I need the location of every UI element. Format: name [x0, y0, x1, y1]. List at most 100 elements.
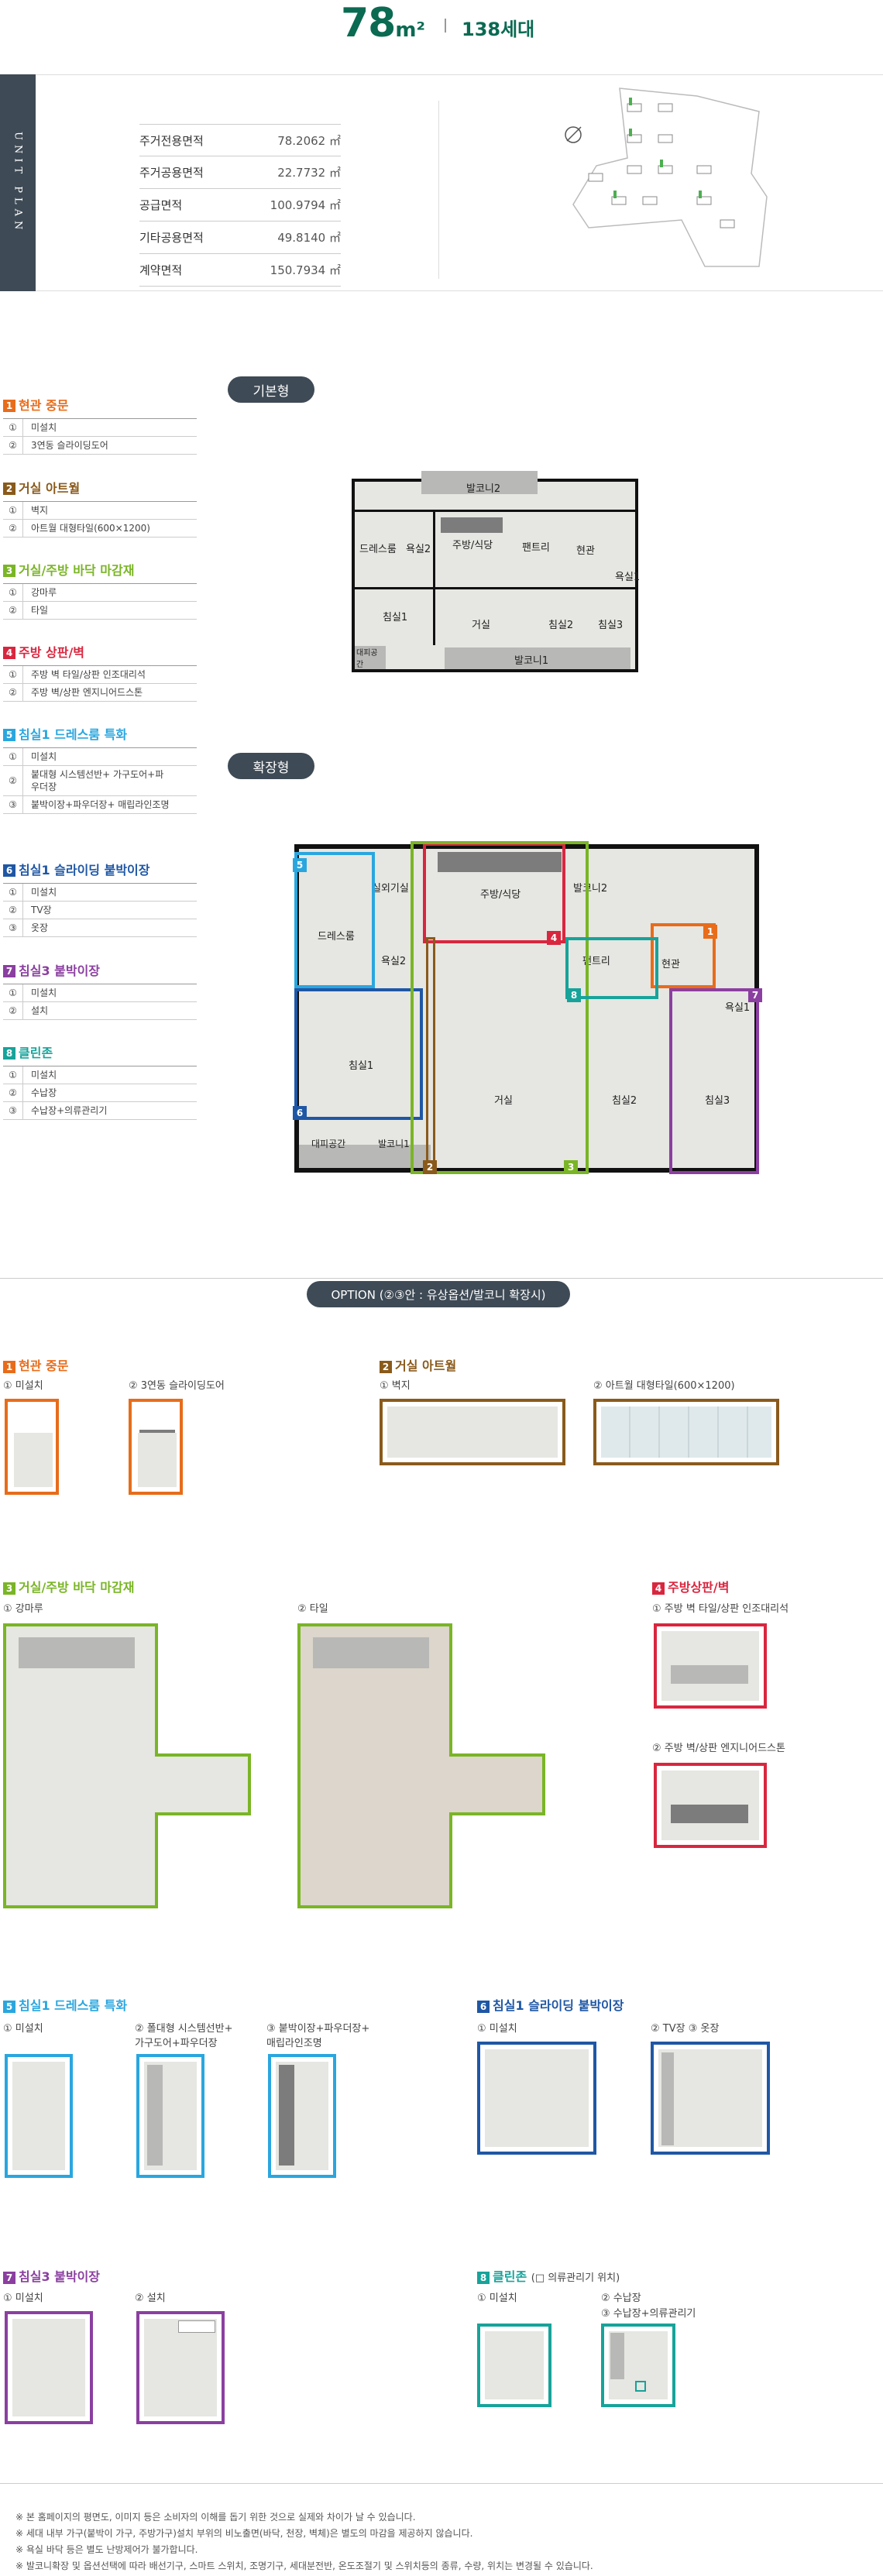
extended-floorplan: 실외기실 주방/식당 발코니2 드레스룸 욕실2 팬트리 현관 욕실1 침실1 … [293, 836, 767, 1174]
list-item: ① 미설치 [3, 748, 197, 766]
household-count: 138세대 [462, 19, 535, 40]
room-label: 팬트리 [522, 542, 550, 554]
room-label: 드레스룸 [359, 544, 397, 555]
area-value: 22.7732 ㎡ [277, 166, 341, 180]
area-value: 100.9794 ㎡ [270, 198, 341, 212]
opt4-caption-a: ① 주방 벽 타일/상판 인조대리석 [652, 1603, 789, 1615]
opt8-thumb-b [601, 2324, 675, 2407]
option-group-6: 6 침실1 슬라이딩 붙박이장 ① 미설치 ② TV장 ③ 옷장 [3, 860, 197, 937]
group-title: 1 현관 중문 [3, 395, 197, 414]
area-label: 계약면적 [139, 263, 183, 277]
room-label: 실외기실 [372, 883, 409, 895]
list-item: ② 붙대형 시스템선반+ 가구도어+파우더장 [3, 766, 197, 796]
opt7-title: 7 침실3 붙박이장 [3, 2266, 100, 2285]
opt3-thumb-a [3, 1623, 251, 1908]
note-line: ※ 발코니확장 및 옵션선택에 따라 배선기구, 스마트 스위치, 조명기구, … [15, 2561, 593, 2571]
opt7-thumb-a [5, 2311, 93, 2424]
room-label: 침실1 [383, 612, 408, 623]
option-group-5: 5 침실1 드레스룸 특화 ① 미설치 ② 붙대형 시스템선반+ 가구도어+파우더장 … [3, 724, 197, 814]
room-label: 현관 [576, 545, 595, 557]
option-section-label: OPTION (②③안 : 유상옵션/발코니 확장시) [307, 1281, 570, 1307]
list-item: ② 아트월 대형타일(600×1200) [3, 520, 197, 538]
header-divider [445, 19, 446, 33]
room-label: 대피공간 [311, 1139, 346, 1149]
option-group-2: 2 거실 아트월 ① 벽지 ② 아트월 대형타일(600×1200) [3, 478, 197, 538]
list-item: ① 미설치 [3, 984, 197, 1002]
area-row: 주거전용면적 78.2062 ㎡ [139, 124, 341, 156]
opt8-caption-c: ③ 수납장+의류관리기 [601, 2308, 696, 2320]
list-item: ① 미설치 [3, 1066, 197, 1084]
area-number: 78 [341, 0, 396, 46]
area-label: 기타공용면적 [139, 231, 204, 245]
opt8-thumb-a [477, 2324, 551, 2407]
badge-2: 2 [423, 1160, 437, 1174]
badge-1: 1 [703, 925, 717, 939]
opt2-caption-b: ② 아트월 대형타일(600×1200) [593, 1380, 735, 1392]
opt7-caption-b: ② 설치 [135, 2293, 166, 2304]
opt5-caption-c: ③ 붙박이장+파우더장+ 매립라인조명 [266, 2023, 370, 2049]
badge-5: 5 [293, 858, 307, 872]
room-label: 침실3 [598, 620, 624, 631]
opt4-thumb-b [654, 1763, 767, 1848]
list-item: ③ 붙박이장+파우더장+ 매립라인조명 [3, 796, 197, 814]
list-item: ② 주방 벽/상판 엔지니어드스톤 [3, 684, 197, 702]
option-box-2 [426, 937, 435, 1174]
divider [438, 101, 439, 279]
area-label: 주거공용면적 [139, 166, 204, 180]
opt2-caption-a: ① 벽지 [380, 1380, 411, 1392]
opt6-caption-b: ② TV장 ③ 옷장 [651, 2023, 720, 2035]
option-group-3: 3 거실/주방 바닥 마감재 ① 강마루 ② 타일 [3, 560, 197, 620]
badge-7: 7 [748, 988, 762, 1002]
area-value: 78.2062 ㎡ [277, 133, 341, 148]
opt5-thumb-b [136, 2054, 204, 2178]
option-group-7: 7 침실3 붙박이장 ① 미설치 ② 설치 [3, 960, 197, 1020]
area-row: 주거공용면적 22.7732 ㎡ [139, 156, 341, 189]
opt3-thumb-b [297, 1623, 545, 1908]
opt2-thumb-b [593, 1399, 779, 1465]
option-box-7 [669, 988, 759, 1174]
list-item: ① 미설치 [3, 419, 197, 437]
opt7-caption-a: ① 미설치 [3, 2293, 43, 2304]
option-group-1: 1 현관 중문 ① 미설치 ② 3연동 슬라이딩도어 [3, 395, 197, 455]
opt4-title: 4 주방상판/벽 [652, 1577, 729, 1595]
list-item: ① 주방 벽 타일/상판 인조대리석 [3, 666, 197, 684]
basic-floorplan: 발코니2 드레스룸 욕실2 주방/식당 팬트리 현관 욕실1 침실1 거실 침실… [352, 471, 646, 674]
room-label: 침실2 [548, 620, 574, 631]
area-value: 49.8140 ㎡ [277, 231, 341, 245]
room-label: 침실2 [612, 1095, 637, 1107]
area-label: 공급면적 [139, 198, 183, 212]
area-row: 공급면적 100.9794 ㎡ [139, 189, 341, 222]
room-label: 욕실1 [615, 572, 641, 583]
opt5-caption-b: ② 폴대형 시스템선반+ 가구도어+파우더장 [135, 2023, 233, 2049]
side-label: UNIT PLAN [0, 74, 36, 291]
site-map-diagram [565, 88, 768, 267]
option-group-8: 8 클린존 ① 미설치 ② 수납장 ③ 수납장+의류관리기 [3, 1042, 197, 1120]
opt5-thumb-c [268, 2054, 336, 2178]
opt7-thumb-b [136, 2311, 225, 2424]
area-label: 주거전용면적 [139, 133, 204, 148]
opt5-caption-a: ① 미설치 [3, 2023, 43, 2035]
room-label: 욕실2 [381, 956, 407, 967]
badge-6: 6 [293, 1106, 307, 1120]
room-label: 발코니1 [514, 655, 549, 667]
list-item: ③ 수납장+의류관리기 [3, 1102, 197, 1120]
note-line: ※ 본 홈페이지의 평면도, 이미지 등은 소비자의 이해를 돕기 위한 것으로… [15, 2512, 416, 2523]
opt1-title: 1 현관 중문 [3, 1355, 68, 1374]
opt4-thumb-a [654, 1623, 767, 1709]
list-item: ③ 옷장 [3, 919, 197, 937]
opt1-caption-b: ② 3연동 슬라이딩도어 [129, 1380, 225, 1392]
option-box-6 [294, 988, 423, 1120]
option-box-5 [294, 852, 375, 988]
opt3-caption-a: ① 강마루 [3, 1603, 43, 1615]
list-item: ② 수납장 [3, 1084, 197, 1102]
basic-type-label: 기본형 [228, 376, 314, 403]
room-label: 대피공간 [356, 649, 378, 669]
disclaimer-notes: ※ 본 홈페이지의 평면도, 이미지 등은 소비자의 이해를 돕기 위한 것으로… [15, 2509, 593, 2574]
list-item: ② 설치 [3, 1002, 197, 1020]
area-title: 78m² [341, 0, 425, 46]
opt6-thumb-b [651, 2042, 770, 2155]
room-label: 발코니2 [466, 483, 501, 495]
room-label: 거실 [472, 620, 490, 631]
badge-3: 3 [564, 1160, 578, 1174]
opt1-thumb-a [5, 1399, 59, 1495]
